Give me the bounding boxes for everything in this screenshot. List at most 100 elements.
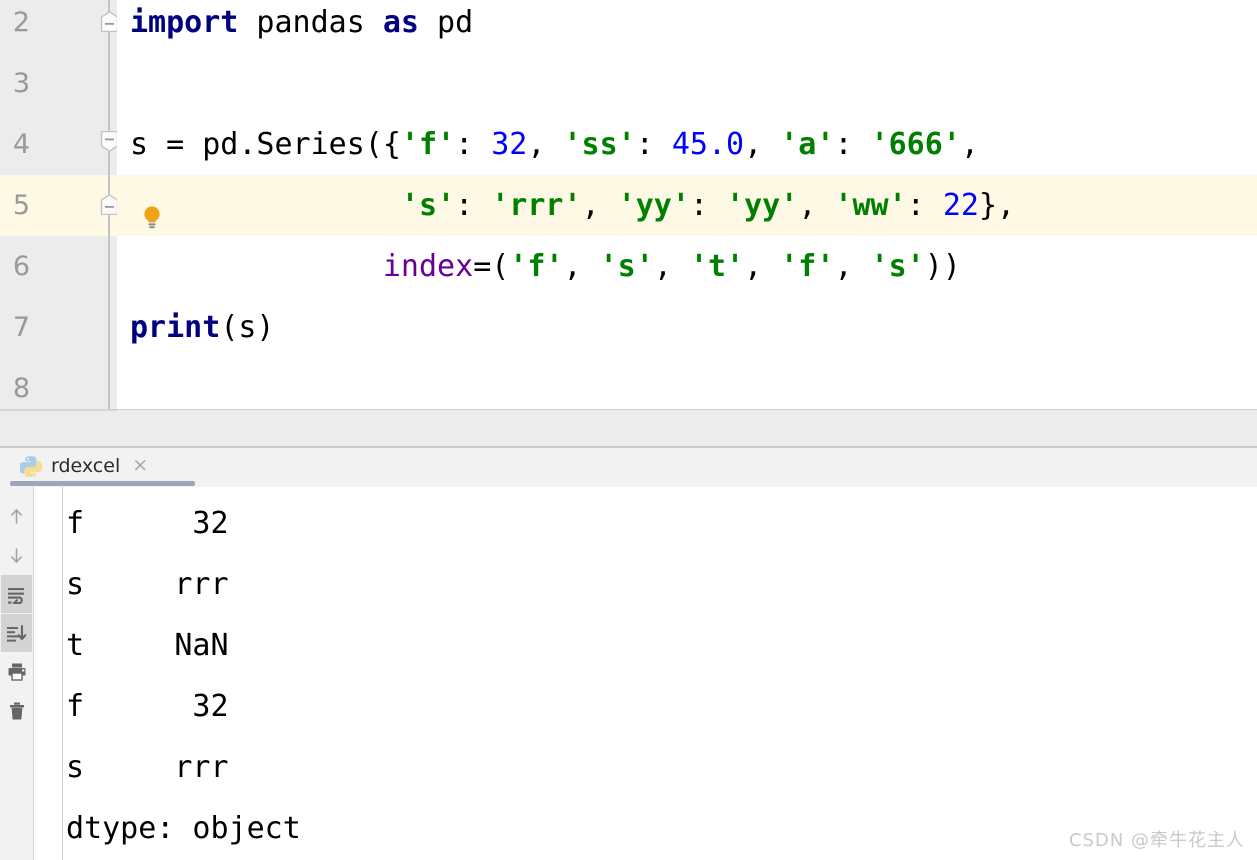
console-tab-bar[interactable]: rdexcel ×: [0, 448, 1257, 487]
line-number: 3: [12, 68, 30, 99]
code-line-text: print(s): [130, 297, 275, 358]
line-number: 4: [12, 129, 30, 160]
fold-column[interactable]: [100, 114, 119, 175]
code-token: 's': [599, 249, 654, 284]
code-token: ,: [744, 127, 781, 162]
code-token: 'f': [400, 127, 456, 162]
gutter-row[interactable]: 5: [0, 175, 119, 236]
code-token: 'yy': [617, 188, 690, 223]
code-token: :: [906, 188, 943, 223]
fold-column[interactable]: [100, 175, 119, 236]
line-number: 5: [12, 190, 30, 221]
console-output-line: s rrr: [66, 567, 229, 602]
code-token: ,: [960, 127, 979, 162]
console-output-line: t NaN: [66, 628, 229, 663]
code-token: 'f': [509, 249, 564, 284]
code-token: :: [834, 127, 871, 162]
console-output-line: f 32: [66, 689, 229, 724]
python-icon: [19, 455, 43, 478]
up-arrow-icon[interactable]: [1, 497, 32, 535]
code-token: :: [455, 188, 492, 223]
code-line[interactable]: index=('f', 's', 't', 'f', 's')): [117, 236, 1257, 297]
console-output[interactable]: f 32 s rrr t NaN f 32 s rrr dtype: object: [34, 487, 1257, 860]
fold-column[interactable]: [100, 297, 117, 358]
editor-console-gap: [0, 410, 1257, 446]
code-token: 22: [942, 188, 979, 223]
console-gutter: [34, 487, 63, 860]
fold-connector-line: [108, 236, 110, 297]
code-line-text: index=('f', 's', 't', 'f', 's')): [130, 236, 961, 297]
fold-column[interactable]: [100, 0, 119, 53]
code-token: pd: [419, 5, 474, 40]
fold-column[interactable]: [100, 358, 117, 409]
print-icon[interactable]: [1, 653, 32, 691]
console-toolbar[interactable]: [0, 487, 34, 860]
code-token: 'ww': [834, 188, 907, 223]
gutter-row[interactable]: 3: [0, 53, 117, 114]
code-line[interactable]: [117, 53, 1257, 114]
code-token: :: [689, 188, 727, 223]
fold-connector-line: [108, 297, 110, 358]
fold-column[interactable]: [100, 53, 117, 114]
code-token: pandas: [238, 5, 383, 40]
code-token: 's': [400, 188, 456, 223]
code-token: 't': [689, 249, 745, 284]
fold-connector-line: [108, 53, 110, 114]
code-line[interactable]: 's': 'rrr', 'yy': 'yy', 'ww': 22},: [117, 175, 1257, 236]
code-token: as: [382, 5, 419, 40]
code-editor[interactable]: 2 3 4 5 6 7 8 import pandas as pd s = pd.Series…: [0, 0, 1257, 409]
close-icon[interactable]: ×: [132, 456, 148, 475]
code-line[interactable]: [117, 358, 1257, 409]
editor-gutter[interactable]: 2 3 4 5 6 7 8: [0, 0, 119, 409]
gutter-row[interactable]: 4: [0, 114, 119, 175]
code-token: ,: [798, 188, 835, 223]
code-token: ,: [834, 249, 871, 284]
code-token: ,: [563, 249, 600, 284]
fold-connector-line: [108, 358, 110, 409]
code-token: 'yy': [726, 188, 799, 223]
down-arrow-icon[interactable]: [1, 536, 32, 574]
code-token: (s): [220, 310, 275, 345]
editor-code-area[interactable]: import pandas as pd s = pd.Series({'f': 3…: [117, 0, 1257, 409]
gutter-row[interactable]: 7: [0, 297, 117, 358]
gap-top-divider: [0, 410, 117, 411]
scroll-to-end-icon[interactable]: [1, 614, 32, 652]
gutter-row[interactable]: 6: [0, 236, 117, 297]
run-console[interactable]: f 32 s rrr t NaN f 32 s rrr dtype: object CSD…: [0, 487, 1257, 860]
tab-rdexcel[interactable]: rdexcel ×: [10, 448, 158, 483]
console-output-line: dtype: object: [66, 811, 301, 846]
tab-label-rdexcel: rdexcel: [51, 454, 121, 477]
trash-icon[interactable]: [1, 692, 32, 730]
fold-column[interactable]: [100, 236, 117, 297]
console-output-line: f 32: [66, 506, 229, 541]
code-token: 's': [870, 249, 925, 284]
line-number: 8: [12, 373, 30, 404]
code-token: ,: [653, 249, 690, 284]
code-line-text: import pandas as pd: [130, 0, 473, 53]
code-token: 'rrr': [491, 188, 582, 223]
code-token: },: [978, 188, 1016, 223]
code-line-text: s = pd.Series({'f': 32, 'ss': 45.0, 'a':…: [130, 114, 979, 175]
line-number: 2: [12, 7, 30, 38]
code-token: '666': [870, 127, 961, 162]
gutter-row[interactable]: 2: [0, 0, 119, 53]
active-tab-indicator: [10, 481, 195, 486]
line-number: 7: [12, 312, 30, 343]
code-token: 32: [491, 127, 528, 162]
code-token: s = pd.Series({: [130, 127, 401, 162]
watermark: CSDN @牵牛花主人: [1068, 830, 1245, 851]
gutter-row[interactable]: 8: [0, 358, 117, 409]
code-line[interactable]: print(s): [117, 297, 1257, 358]
console-output-line: s rrr: [66, 750, 229, 785]
soft-wrap-icon[interactable]: [1, 575, 32, 613]
code-token: 'a': [780, 127, 835, 162]
code-token: 'f': [780, 249, 835, 284]
code-token: index: [382, 249, 474, 284]
code-line[interactable]: import pandas as pd: [117, 0, 1257, 53]
code-line[interactable]: s = pd.Series({'f': 32, 'ss': 45.0, 'a':…: [117, 114, 1257, 175]
code-token: ,: [527, 127, 564, 162]
code-token: import: [130, 5, 239, 40]
code-token: :: [635, 127, 672, 162]
